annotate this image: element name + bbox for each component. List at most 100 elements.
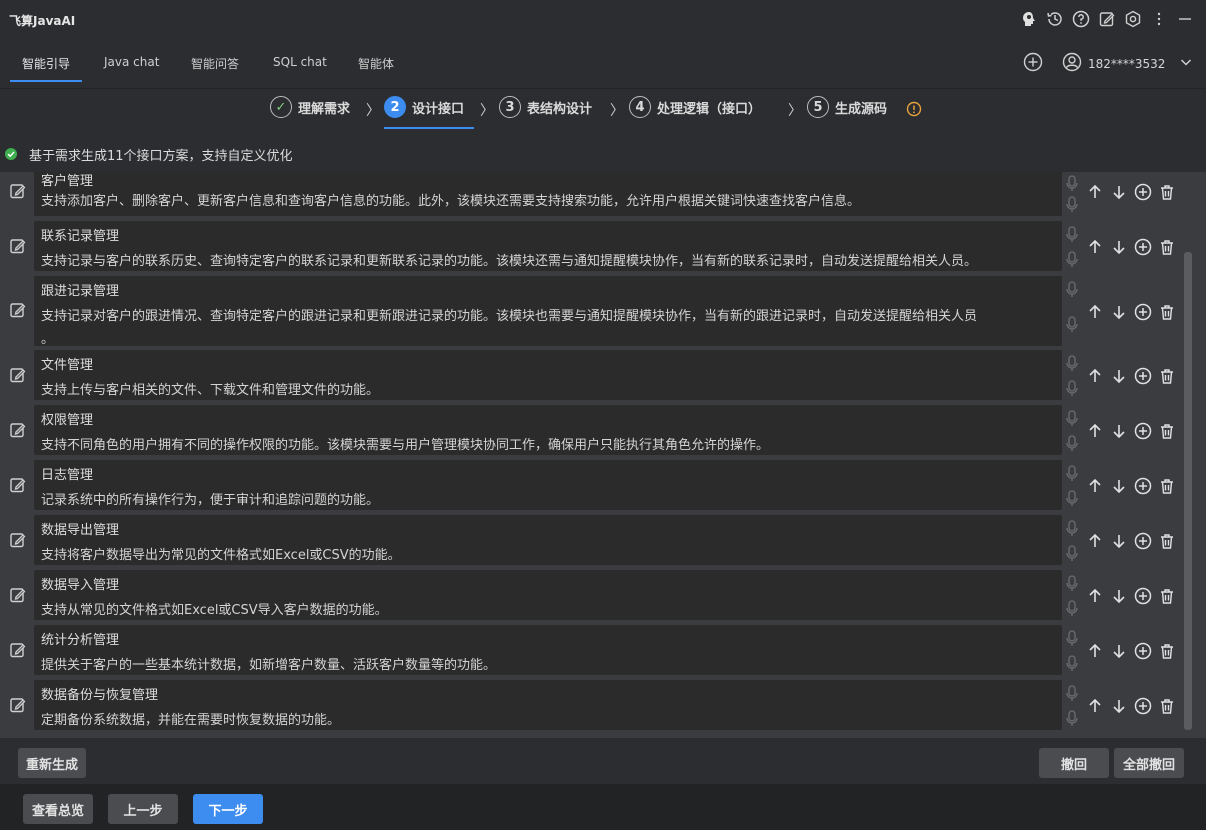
settings-icon[interactable] bbox=[1124, 10, 1142, 28]
step-1[interactable]: ✓ 理解需求 bbox=[270, 96, 350, 118]
more-icon[interactable] bbox=[1150, 10, 1168, 28]
next-step-button[interactable]: 下一步 bbox=[193, 794, 263, 824]
warning-icon[interactable] bbox=[906, 101, 922, 117]
mic-icon[interactable] bbox=[1064, 435, 1080, 453]
arrow-up-icon[interactable] bbox=[1086, 697, 1104, 715]
arrow-down-icon[interactable] bbox=[1110, 303, 1128, 321]
edit-icon[interactable] bbox=[9, 421, 27, 439]
arrow-down-icon[interactable] bbox=[1110, 477, 1128, 495]
edit-icon[interactable] bbox=[9, 237, 27, 255]
mic-icon[interactable] bbox=[1064, 281, 1080, 299]
history-icon[interactable] bbox=[1046, 10, 1064, 28]
add-circle-icon[interactable] bbox=[1134, 238, 1152, 256]
list-scrollbar[interactable] bbox=[1184, 252, 1192, 730]
arrow-up-icon[interactable] bbox=[1086, 183, 1104, 201]
tab-java-chat[interactable]: Java chat bbox=[104, 55, 159, 69]
add-circle-icon[interactable] bbox=[1134, 422, 1152, 440]
step-3[interactable]: 3 表结构设计 bbox=[499, 96, 592, 118]
mic-icon[interactable] bbox=[1064, 490, 1080, 508]
arrow-down-icon[interactable] bbox=[1110, 697, 1128, 715]
item-card[interactable]: 统计分析管理 提供关于客户的一些基本统计数据，如新增客户数量、活跃客户数量等的功… bbox=[34, 625, 1062, 675]
item-card[interactable]: 跟进记录管理 支持记录对客户的跟进情况、查询特定客户的跟进记录和更新跟进记录的功… bbox=[34, 276, 1062, 347]
item-card[interactable]: 数据备份与恢复管理 定期备份系统数据，并能在需要时恢复数据的功能。 bbox=[34, 680, 1062, 730]
arrow-up-icon[interactable] bbox=[1086, 303, 1104, 321]
edit-icon[interactable] bbox=[9, 301, 27, 319]
mic-icon[interactable] bbox=[1064, 251, 1080, 269]
item-card[interactable]: 客户管理 支持添加客户、删除客户、更新客户信息和查询客户信息的功能。此外，该模块… bbox=[34, 172, 1062, 216]
trash-icon[interactable] bbox=[1158, 367, 1176, 385]
arrow-up-icon[interactable] bbox=[1086, 642, 1104, 660]
arrow-down-icon[interactable] bbox=[1110, 422, 1128, 440]
add-circle-icon[interactable] bbox=[1134, 477, 1152, 495]
trash-icon[interactable] bbox=[1158, 587, 1176, 605]
add-circle-icon[interactable] bbox=[1134, 183, 1152, 201]
brain-icon[interactable] bbox=[1020, 10, 1038, 28]
arrow-down-icon[interactable] bbox=[1110, 532, 1128, 550]
minimize-icon[interactable] bbox=[1176, 10, 1194, 28]
tab-sql-chat[interactable]: SQL chat bbox=[273, 55, 327, 69]
trash-icon[interactable] bbox=[1158, 697, 1176, 715]
mic-icon[interactable] bbox=[1064, 710, 1080, 728]
item-card[interactable]: 文件管理 支持上传与客户相关的文件、下载文件和管理文件的功能。 bbox=[34, 350, 1062, 400]
step-2[interactable]: 2 设计接口 bbox=[384, 96, 464, 118]
arrow-down-icon[interactable] bbox=[1110, 183, 1128, 201]
add-circle-icon[interactable] bbox=[1134, 532, 1152, 550]
mic-icon[interactable] bbox=[1064, 575, 1080, 593]
overview-button[interactable]: 查看总览 bbox=[23, 794, 93, 824]
item-card[interactable]: 数据导出管理 支持将客户数据导出为常见的文件格式如Excel或CSV的功能。 bbox=[34, 515, 1062, 565]
mic-icon[interactable] bbox=[1064, 355, 1080, 373]
trash-icon[interactable] bbox=[1158, 532, 1176, 550]
user-menu[interactable]: 182****3532 bbox=[1062, 52, 1193, 75]
arrow-down-icon[interactable] bbox=[1110, 587, 1128, 605]
interface-list[interactable]: 客户管理 支持添加客户、删除客户、更新客户信息和查询客户信息的功能。此外，该模块… bbox=[0, 172, 1206, 738]
tab-smart-guide[interactable]: 智能引导 bbox=[22, 55, 70, 72]
edit-icon[interactable] bbox=[1098, 10, 1116, 28]
edit-icon[interactable] bbox=[9, 182, 27, 200]
undo-button[interactable]: 撤回 bbox=[1039, 748, 1109, 778]
mic-icon[interactable] bbox=[1064, 380, 1080, 398]
edit-icon[interactable] bbox=[9, 641, 27, 659]
trash-icon[interactable] bbox=[1158, 183, 1176, 201]
edit-icon[interactable] bbox=[9, 531, 27, 549]
mic-icon[interactable] bbox=[1064, 520, 1080, 538]
mic-icon[interactable] bbox=[1064, 226, 1080, 244]
arrow-up-icon[interactable] bbox=[1086, 587, 1104, 605]
trash-icon[interactable] bbox=[1158, 422, 1176, 440]
mic-icon[interactable] bbox=[1064, 316, 1080, 334]
arrow-up-icon[interactable] bbox=[1086, 422, 1104, 440]
add-circle-icon[interactable] bbox=[1134, 587, 1152, 605]
add-circle-icon[interactable] bbox=[1023, 52, 1043, 72]
mic-icon[interactable] bbox=[1064, 175, 1080, 193]
add-circle-icon[interactable] bbox=[1134, 642, 1152, 660]
tab-agent[interactable]: 智能体 bbox=[358, 55, 394, 72]
arrow-down-icon[interactable] bbox=[1110, 642, 1128, 660]
edit-icon[interactable] bbox=[9, 696, 27, 714]
mic-icon[interactable] bbox=[1064, 465, 1080, 483]
step-4[interactable]: 4 处理逻辑（接口） bbox=[629, 96, 761, 118]
trash-icon[interactable] bbox=[1158, 477, 1176, 495]
trash-icon[interactable] bbox=[1158, 642, 1176, 660]
item-card[interactable]: 权限管理 支持不同角色的用户拥有不同的操作权限的功能。该模块需要与用户管理模块协… bbox=[34, 405, 1062, 455]
edit-icon[interactable] bbox=[9, 476, 27, 494]
arrow-up-icon[interactable] bbox=[1086, 532, 1104, 550]
arrow-up-icon[interactable] bbox=[1086, 367, 1104, 385]
mic-icon[interactable] bbox=[1064, 600, 1080, 618]
mic-icon[interactable] bbox=[1064, 685, 1080, 703]
trash-icon[interactable] bbox=[1158, 303, 1176, 321]
arrow-up-icon[interactable] bbox=[1086, 238, 1104, 256]
arrow-down-icon[interactable] bbox=[1110, 238, 1128, 256]
tab-smart-qa[interactable]: 智能问答 bbox=[191, 55, 239, 72]
help-icon[interactable] bbox=[1072, 10, 1090, 28]
item-card[interactable]: 联系记录管理 支持记录与客户的联系历史、查询特定客户的联系记录和更新联系记录的功… bbox=[34, 221, 1062, 271]
trash-icon[interactable] bbox=[1158, 238, 1176, 256]
arrow-down-icon[interactable] bbox=[1110, 367, 1128, 385]
mic-icon[interactable] bbox=[1064, 630, 1080, 648]
mic-icon[interactable] bbox=[1064, 410, 1080, 428]
add-circle-icon[interactable] bbox=[1134, 367, 1152, 385]
mic-icon[interactable] bbox=[1064, 545, 1080, 563]
edit-icon[interactable] bbox=[9, 586, 27, 604]
mic-icon[interactable] bbox=[1064, 655, 1080, 673]
add-circle-icon[interactable] bbox=[1134, 697, 1152, 715]
prev-step-button[interactable]: 上一步 bbox=[108, 794, 178, 824]
arrow-up-icon[interactable] bbox=[1086, 477, 1104, 495]
